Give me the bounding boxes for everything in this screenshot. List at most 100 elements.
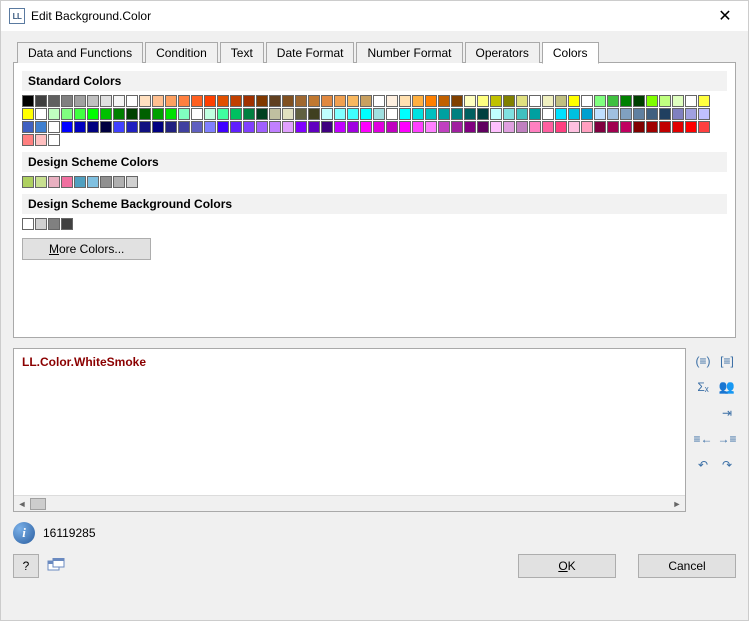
- color-swatch[interactable]: [399, 108, 411, 120]
- color-swatch[interactable]: [100, 95, 112, 107]
- scroll-track[interactable]: [30, 498, 669, 510]
- color-swatch[interactable]: [22, 218, 34, 230]
- color-swatch[interactable]: [594, 121, 606, 133]
- cancel-button[interactable]: Cancel: [638, 554, 736, 578]
- color-swatch[interactable]: [568, 121, 580, 133]
- color-swatch[interactable]: [87, 108, 99, 120]
- color-swatch[interactable]: [516, 121, 528, 133]
- horizontal-scrollbar[interactable]: ◄ ►: [14, 495, 685, 511]
- color-swatch[interactable]: [126, 108, 138, 120]
- color-swatch[interactable]: [100, 176, 112, 188]
- color-swatch[interactable]: [451, 95, 463, 107]
- color-swatch[interactable]: [282, 95, 294, 107]
- color-swatch[interactable]: [165, 95, 177, 107]
- color-swatch[interactable]: [48, 95, 60, 107]
- color-swatch[interactable]: [230, 95, 242, 107]
- color-swatch[interactable]: [178, 95, 190, 107]
- color-swatch[interactable]: [685, 95, 697, 107]
- color-swatch[interactable]: [152, 95, 164, 107]
- color-swatch[interactable]: [412, 95, 424, 107]
- color-swatch[interactable]: [35, 134, 47, 146]
- color-swatch[interactable]: [22, 121, 34, 133]
- color-swatch[interactable]: [334, 95, 346, 107]
- color-swatch[interactable]: [542, 121, 554, 133]
- color-swatch[interactable]: [386, 108, 398, 120]
- color-swatch[interactable]: [178, 108, 190, 120]
- help-button[interactable]: ?: [13, 554, 39, 578]
- color-swatch[interactable]: [126, 95, 138, 107]
- color-swatch[interactable]: [360, 121, 372, 133]
- color-swatch[interactable]: [217, 95, 229, 107]
- color-swatch[interactable]: [269, 95, 281, 107]
- color-swatch[interactable]: [321, 95, 333, 107]
- indent-icon[interactable]: →≡: [718, 430, 736, 448]
- color-swatch[interactable]: [308, 95, 320, 107]
- color-swatch[interactable]: [529, 95, 541, 107]
- color-swatch[interactable]: [295, 95, 307, 107]
- color-swatch[interactable]: [568, 95, 580, 107]
- color-swatch[interactable]: [581, 108, 593, 120]
- color-swatch[interactable]: [347, 121, 359, 133]
- color-swatch[interactable]: [282, 108, 294, 120]
- color-swatch[interactable]: [139, 95, 151, 107]
- color-swatch[interactable]: [503, 121, 515, 133]
- color-swatch[interactable]: [412, 108, 424, 120]
- color-swatch[interactable]: [425, 121, 437, 133]
- color-swatch[interactable]: [113, 176, 125, 188]
- color-swatch[interactable]: [165, 108, 177, 120]
- color-swatch[interactable]: [438, 95, 450, 107]
- color-swatch[interactable]: [243, 95, 255, 107]
- color-swatch[interactable]: [399, 121, 411, 133]
- color-swatch[interactable]: [48, 176, 60, 188]
- color-swatch[interactable]: [87, 176, 99, 188]
- color-swatch[interactable]: [581, 121, 593, 133]
- color-swatch[interactable]: [607, 108, 619, 120]
- color-swatch[interactable]: [295, 121, 307, 133]
- color-swatch[interactable]: [698, 121, 710, 133]
- color-swatch[interactable]: [35, 176, 47, 188]
- color-swatch[interactable]: [451, 121, 463, 133]
- scroll-thumb[interactable]: [30, 498, 46, 510]
- color-swatch[interactable]: [61, 95, 73, 107]
- color-swatch[interactable]: [74, 95, 86, 107]
- color-swatch[interactable]: [438, 121, 450, 133]
- color-swatch[interactable]: [100, 108, 112, 120]
- color-swatch[interactable]: [230, 108, 242, 120]
- color-swatch[interactable]: [425, 108, 437, 120]
- ok-button[interactable]: OK: [518, 554, 616, 578]
- color-swatch[interactable]: [191, 108, 203, 120]
- wrap-parentheses-icon[interactable]: (≡): [694, 352, 712, 370]
- color-swatch[interactable]: [217, 121, 229, 133]
- color-swatch[interactable]: [165, 121, 177, 133]
- color-swatch[interactable]: [594, 108, 606, 120]
- color-swatch[interactable]: [594, 95, 606, 107]
- color-swatch[interactable]: [646, 95, 658, 107]
- color-swatch[interactable]: [48, 108, 60, 120]
- color-swatch[interactable]: [87, 95, 99, 107]
- people-icon[interactable]: 👥: [718, 378, 736, 396]
- color-swatch[interactable]: [464, 108, 476, 120]
- color-swatch[interactable]: [22, 134, 34, 146]
- color-swatch[interactable]: [256, 95, 268, 107]
- scroll-right-arrow[interactable]: ►: [669, 499, 685, 509]
- color-swatch[interactable]: [672, 108, 684, 120]
- color-swatch[interactable]: [373, 121, 385, 133]
- color-swatch[interactable]: [555, 121, 567, 133]
- color-swatch[interactable]: [373, 108, 385, 120]
- tab-data-and-functions[interactable]: Data and Functions: [17, 42, 143, 63]
- color-swatch[interactable]: [555, 108, 567, 120]
- color-swatch[interactable]: [620, 108, 632, 120]
- color-swatch[interactable]: [490, 108, 502, 120]
- color-swatch[interactable]: [633, 95, 645, 107]
- color-swatch[interactable]: [178, 121, 190, 133]
- color-swatch[interactable]: [74, 108, 86, 120]
- color-swatch[interactable]: [373, 95, 385, 107]
- color-swatch[interactable]: [438, 108, 450, 120]
- color-swatch[interactable]: [607, 121, 619, 133]
- color-swatch[interactable]: [113, 95, 125, 107]
- color-swatch[interactable]: [386, 121, 398, 133]
- color-swatch[interactable]: [87, 121, 99, 133]
- color-swatch[interactable]: [35, 218, 47, 230]
- color-swatch[interactable]: [113, 121, 125, 133]
- color-swatch[interactable]: [542, 95, 554, 107]
